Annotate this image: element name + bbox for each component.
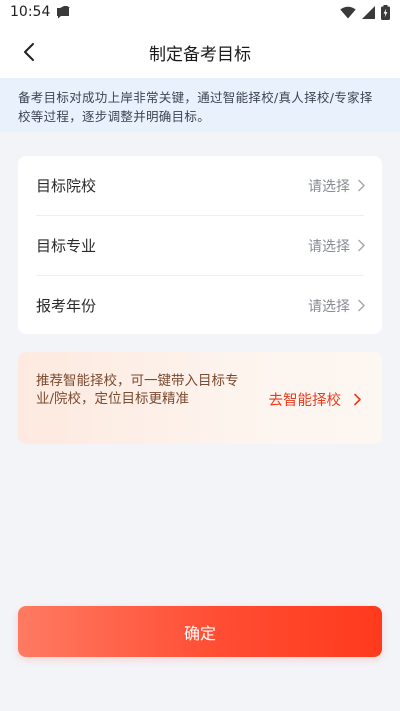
target-school-label: 目标院校 [36,177,97,195]
target-major-row[interactable]: 目标专业 请选择 [18,216,382,275]
wifi-icon [340,6,356,19]
status-bar: 10:54 [0,0,400,26]
notice-banner: 备考目标对成功上岸非常关键，通过智能择校/真人择校/专家择校等过程，逐步调整并明… [0,78,400,132]
battery-icon [381,5,390,20]
target-form-card: 目标院校 请选择 目标专业 请选择 报考年份 请选择 [18,156,382,334]
smart-selection-link[interactable]: 去智能择校 [269,389,363,410]
target-major-value: 请选择 [308,239,350,255]
target-school-value: 请选择 [308,179,350,195]
exam-year-value: 请选择 [308,299,350,315]
chevron-right-icon [354,393,361,406]
chevron-right-icon [358,239,365,252]
status-indicators [340,5,390,20]
exam-year-row[interactable]: 报考年份 请选择 [18,276,382,335]
chevron-right-icon [358,299,365,312]
smart-selection-link-label: 去智能择校 [268,393,342,409]
chevron-right-icon [358,179,365,192]
confirm-button[interactable]: 确定 [18,606,382,657]
nav-bar: 制定备考目标 [0,26,400,78]
signal-icon [362,6,375,19]
status-time: 10:54 [10,4,51,20]
page-title: 制定备考目标 [149,45,251,65]
promo-text: 推荐智能择校，可一键带入目标专业/院校，定位目标更精准 [36,373,239,407]
smart-selection-promo: 推荐智能择校，可一键带入目标专业/院校，定位目标更精准 去智能择校 [18,352,382,444]
notification-icon [57,6,70,19]
notice-text: 备考目标对成功上岸非常关键，通过智能择校/真人择校/专家择校等过程，逐步调整并明… [18,90,373,124]
target-major-label: 目标专业 [36,237,97,255]
target-school-row[interactable]: 目标院校 请选择 [18,156,382,215]
exam-year-label: 报考年份 [36,297,97,315]
